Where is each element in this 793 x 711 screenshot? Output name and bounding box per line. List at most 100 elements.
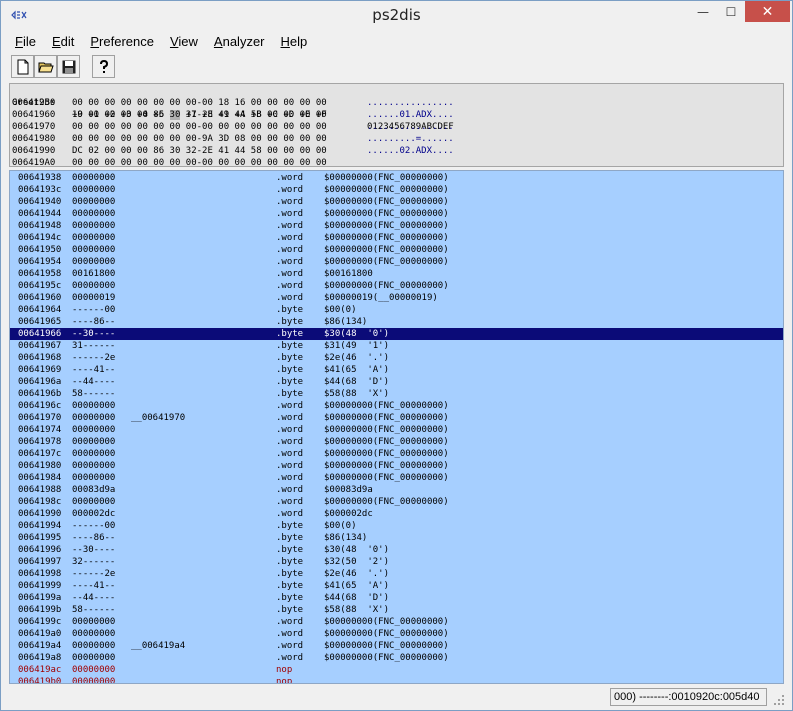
disasm-row[interactable]: 00641958 00161800 .word $00161800 [10, 268, 783, 280]
disasm-row[interactable]: 00641998 ------2e .byte $2e(46 '.') [10, 568, 783, 580]
disasm-row[interactable]: 00641948 00000000 .word $00000000(FNC_00000… [10, 220, 783, 232]
disasm-val: ------2e [72, 569, 116, 579]
hex-view[interactable]: Greet2Bs +0 +1 +2 +3 +4 +5 +6 +7 +8 +9 +… [9, 83, 784, 167]
disasm-op: .byte [276, 593, 304, 603]
disasm-label: __006419a4 [131, 641, 186, 651]
disasm-arg: $000002dc [324, 509, 373, 519]
disasm-val: ------2e [72, 353, 116, 363]
menu-view[interactable]: View [162, 32, 206, 52]
disasm-arg: $00000000(FNC_00000000) [324, 185, 449, 195]
disasm-addr: 00641996 [18, 545, 62, 555]
menu-edit[interactable]: Edit [44, 32, 82, 52]
save-button[interactable] [57, 55, 80, 78]
disasm-val: ----41-- [72, 365, 116, 375]
disasm-row[interactable]: 006419a4 00000000 __006419a4 .word $00000000… [10, 640, 783, 652]
disasm-row[interactable]: 00641995 ----86-- .byte $86(134) [10, 532, 783, 544]
disasm-row[interactable]: 00641954 00000000 .word $00000000(FNC_00000… [10, 256, 783, 268]
disasm-row[interactable]: 00641994 ------00 .byte $00(0) [10, 520, 783, 532]
menu-preference[interactable]: Preference [82, 32, 162, 52]
disasm-row[interactable]: 0064196c 00000000 .word $00000000(FNC_00000… [10, 400, 783, 412]
disasm-row[interactable]: 00641997 32------ .byte $32(50 '2') [10, 556, 783, 568]
disasm-addr: 00641938 [18, 173, 62, 183]
disasm-row[interactable]: 0064193c 00000000 .word $00000000(FNC_00000… [10, 184, 783, 196]
disasm-row[interactable]: 00641940 00000000 .word $00000000(FNC_00000… [10, 196, 783, 208]
disasm-row[interactable]: 00641950 00000000 .word $00000000(FNC_00000… [10, 244, 783, 256]
disasm-row[interactable]: 006419b0 00000000 nop [10, 676, 783, 683]
menu-help[interactable]: Help [273, 32, 316, 52]
menu-file[interactable]: File [7, 32, 44, 52]
disasm-row[interactable]: 00641965 ----86-- .byte $86(134) [10, 316, 783, 328]
disasm-row[interactable]: 00641984 00000000 .word $00000000(FNC_00000… [10, 472, 783, 484]
help-button[interactable] [92, 55, 115, 78]
disasm-arg: $32(50 '2') [324, 557, 390, 567]
hex-bytes: 00 00 00 00 00 00 00 00-00 00 00 00 00 0… [72, 122, 327, 132]
hex-addr: 00641990 [12, 146, 56, 156]
disasm-op: .word [276, 653, 304, 663]
minimize-button[interactable]: — [689, 1, 717, 22]
resize-grip-icon[interactable] [771, 692, 785, 706]
disasm-row[interactable]: 0064199b 58------ .byte $58(88 'X') [10, 604, 783, 616]
disasm-row[interactable]: 00641964 ------00 .byte $00(0) [10, 304, 783, 316]
disasm-val: ----86-- [72, 317, 116, 327]
hex-cursor-byte[interactable]: 30 [169, 110, 181, 120]
disassembly-view[interactable]: 00641938 00000000 .word $00000000(FNC_00000… [9, 170, 784, 684]
disasm-row[interactable]: 00641968 ------2e .byte $2e(46 '.') [10, 352, 783, 364]
disasm-row[interactable]: 006419a0 00000000 .word $00000000(FNC_00000… [10, 628, 783, 640]
disasm-row[interactable]: 0064196b 58------ .byte $58(88 'X') [10, 388, 783, 400]
disasm-val: 00000000 [72, 629, 116, 639]
disasm-row[interactable]: 00641996 --30---- .byte $30(48 '0') [10, 544, 783, 556]
disasm-val: 00000000 [72, 437, 116, 447]
disasm-op: .byte [276, 377, 304, 387]
title-bar[interactable]: ps2dis — ☐ ✕ [1, 1, 792, 31]
disasm-row[interactable]: 00641999 ----41-- .byte $41(65 'A') [10, 580, 783, 592]
disasm-row[interactable]: 006419a8 00000000 .word $00000000(FNC_00000… [10, 652, 783, 664]
disasm-row[interactable]: 006419ac 00000000 nop [10, 664, 783, 676]
disasm-row[interactable]: 00641974 00000000 .word $00000000(FNC_00000… [10, 424, 783, 436]
disasm-addr: 00641980 [18, 461, 62, 471]
hex-bytes: 00 00 00 00 00 00 00 00-00 00 00 00 00 0… [72, 158, 327, 167]
disasm-arg: $00000000(FNC_00000000) [324, 461, 449, 471]
disasm-row[interactable]: 00641978 00000000 .word $00000000(FNC_00000… [10, 436, 783, 448]
disasm-row-selected[interactable]: 00641966 --30---- .byte $30(48 '0') [10, 328, 783, 340]
disasm-val: 00000000 [72, 497, 116, 507]
disasm-addr: 00641940 [18, 197, 62, 207]
disasm-addr: 0064196c [18, 401, 62, 411]
disasm-label: __00641970 [131, 413, 186, 423]
disasm-row[interactable]: 00641969 ----41-- .byte $41(65 'A') [10, 364, 783, 376]
menu-label: nalyzer [222, 34, 265, 49]
disasm-row[interactable]: 00641970 00000000 __00641970 .word $00000000… [10, 412, 783, 424]
disasm-row[interactable]: 00641988 00083d9a .word $00083d9a [10, 484, 783, 496]
disasm-row[interactable]: 0064197c 00000000 .word $00000000(FNC_00000… [10, 448, 783, 460]
disasm-op: .word [276, 293, 304, 303]
disasm-addr: 00641988 [18, 485, 62, 495]
disasm-row[interactable]: 00641990 000002dc .word $000002dc [10, 508, 783, 520]
maximize-button[interactable]: ☐ [717, 1, 745, 22]
disasm-row[interactable]: 0064196a --44---- .byte $44(68 'D') [10, 376, 783, 388]
disasm-row[interactable]: 00641980 00000000 .word $00000000(FNC_00000… [10, 460, 783, 472]
close-button[interactable]: ✕ [745, 1, 790, 22]
disasm-addr: 0064197c [18, 449, 62, 459]
disasm-arg: $2e(46 '.') [324, 353, 390, 363]
disasm-arg: $00(0) [324, 521, 357, 531]
disasm-row[interactable]: 0064194c 00000000 .word $00000000(FNC_00000… [10, 232, 783, 244]
menu-analyzer[interactable]: Analyzer [206, 32, 273, 52]
disasm-arg: $00000000(FNC_00000000) [324, 245, 449, 255]
disasm-row[interactable]: 00641944 00000000 .word $00000000(FNC_00000… [10, 208, 783, 220]
disasm-row[interactable]: 00641967 31------ .byte $31(49 '1') [10, 340, 783, 352]
disasm-op: .word [276, 209, 304, 219]
disasm-row[interactable]: 0064199a --44---- .byte $44(68 'D') [10, 592, 783, 604]
menu-label: dit [60, 34, 75, 49]
disasm-row[interactable]: 00641960 00000019 .word $00000019(__0000001… [10, 292, 783, 304]
new-file-icon [17, 59, 28, 74]
disasm-addr: 00641978 [18, 437, 62, 447]
new-file-button[interactable] [11, 55, 34, 78]
open-button[interactable] [34, 55, 57, 78]
menu-accelerator: P [90, 34, 100, 49]
disasm-row[interactable]: 00641938 00000000 .word $00000000(FNC_00000… [10, 172, 783, 184]
disasm-row[interactable]: 0064198c 00000000 .word $00000000(FNC_00000… [10, 496, 783, 508]
disasm-row[interactable]: 0064199c 00000000 .word $00000000(FNC_00000… [10, 616, 783, 628]
disasm-arg: $00(0) [324, 305, 357, 315]
menu-label: iew [178, 34, 198, 49]
disasm-addr: 00641948 [18, 221, 62, 231]
disasm-row[interactable]: 0064195c 00000000 .word $00000000(FNC_00000… [10, 280, 783, 292]
